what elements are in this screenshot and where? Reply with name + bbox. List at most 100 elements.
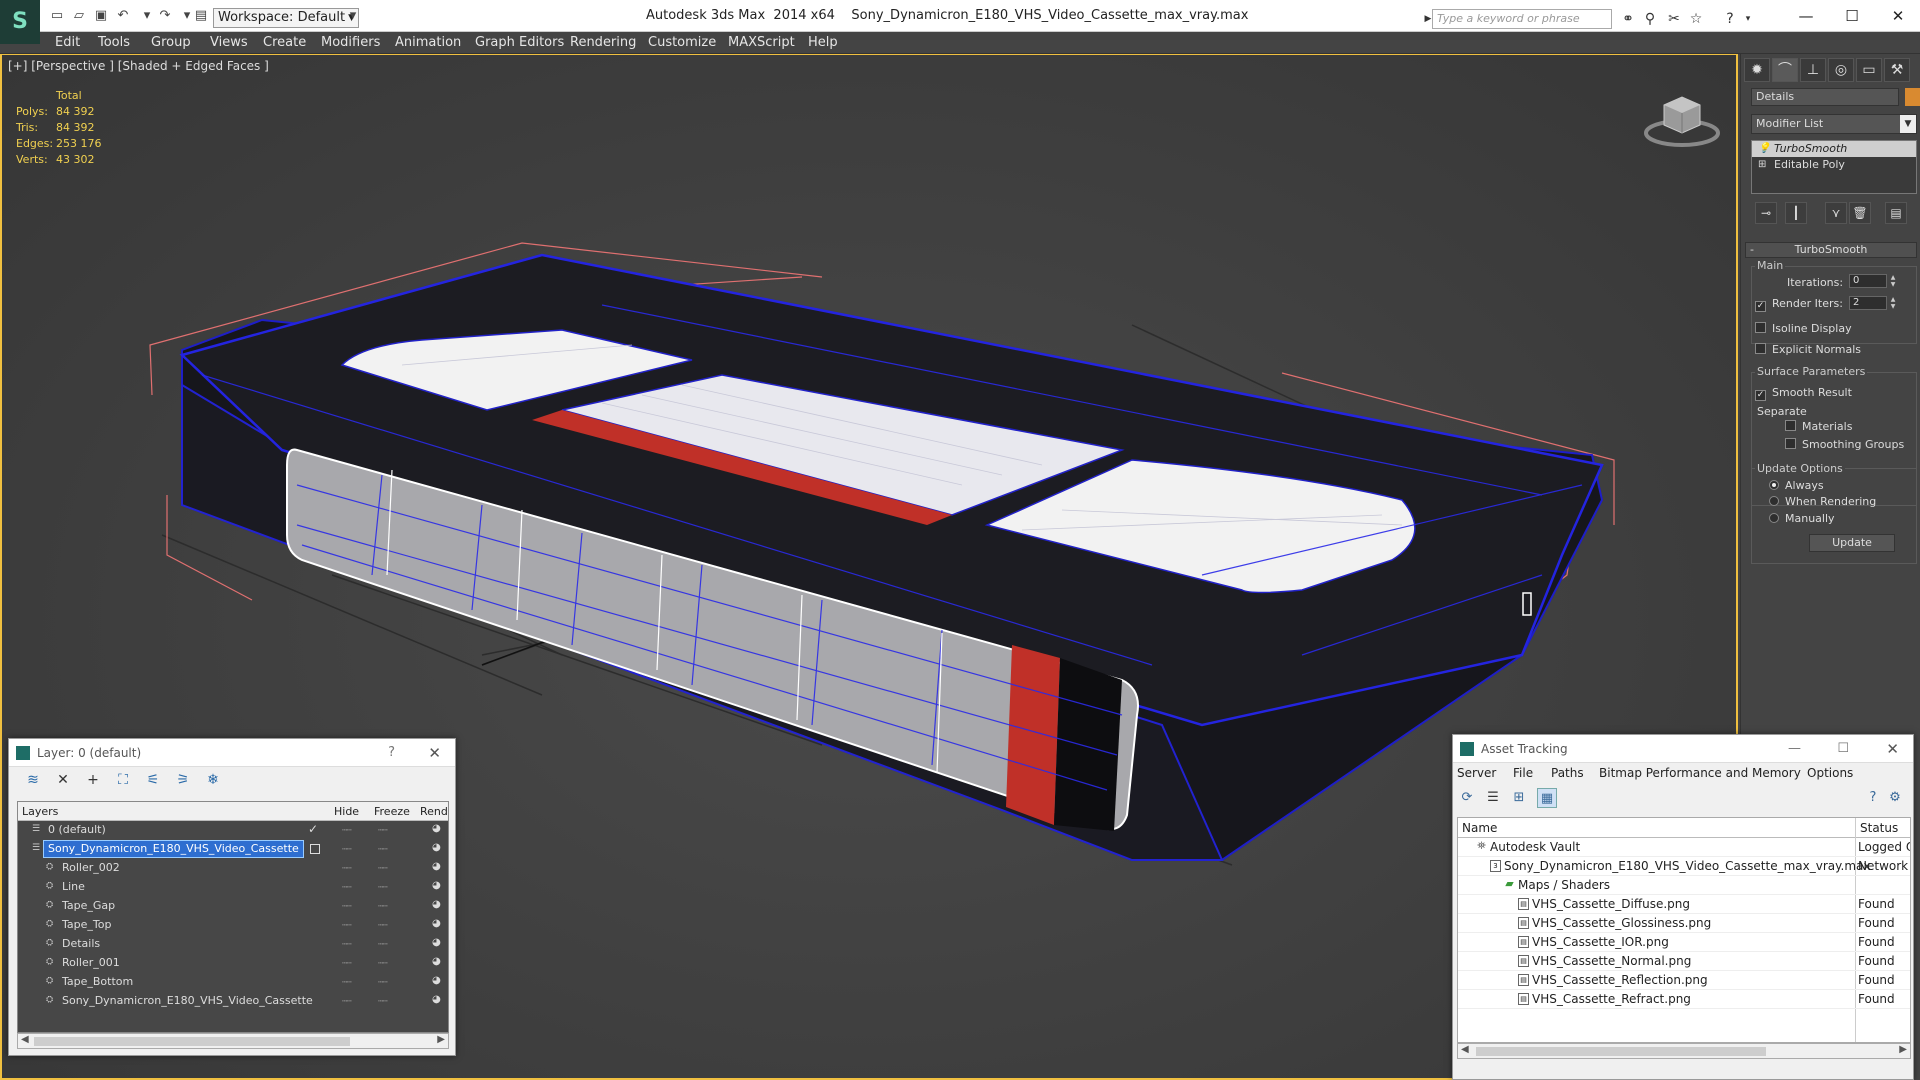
asset-row[interactable]: ▤ VHS_Cassette_Normal.png Found: [1458, 952, 1910, 971]
menu-bitmap-performance[interactable]: Bitmap Performance and Memory: [1599, 766, 1801, 780]
utilities-tab-icon[interactable]: ⚒: [1884, 58, 1910, 82]
highlight-selected-icon[interactable]: ⚟: [143, 770, 163, 790]
horizontal-scrollbar[interactable]: ◀ ▶: [17, 1033, 449, 1049]
manually-radio-row[interactable]: Manually: [1769, 512, 1835, 525]
layer-name[interactable]: Line: [58, 879, 89, 895]
app-logo-button[interactable]: S: [0, 0, 40, 44]
freeze-all-icon[interactable]: ❄: [203, 770, 223, 790]
layer-row[interactable]: ⛭ Sony_Dynamicron_E180_VHS_Video_Cassette…: [18, 992, 448, 1011]
stack-item-editable-poly[interactable]: ⊞ Editable Poly: [1752, 157, 1916, 173]
col-freeze[interactable]: Freeze: [374, 805, 410, 818]
manually-radio[interactable]: [1769, 513, 1779, 523]
hide-all-icon[interactable]: ⚞: [173, 770, 193, 790]
undo-dropdown-icon[interactable]: ▾: [138, 7, 156, 25]
minimize-button[interactable]: —: [1786, 4, 1826, 28]
when-rendering-radio[interactable]: [1769, 496, 1779, 506]
hide-toggle[interactable]: ┄┄: [342, 978, 352, 988]
lightbulb-icon[interactable]: 💡: [1758, 141, 1770, 157]
layer-name[interactable]: 0 (default): [44, 822, 110, 838]
menu-help[interactable]: Help: [808, 35, 838, 50]
render-teapot-icon[interactable]: ◕: [432, 937, 441, 948]
materials-row[interactable]: Materials: [1785, 420, 1852, 433]
scrollbar-thumb[interactable]: [34, 1037, 350, 1046]
layer-name[interactable]: Tape_Bottom: [58, 974, 137, 990]
customize-quickaccess-icon[interactable]: ▾: [344, 7, 362, 25]
layer-row[interactable]: ☰ 0 (default) ✓ ┄┄ ┄┄ ◕: [18, 821, 448, 840]
make-unique-icon[interactable]: ⋎: [1825, 202, 1847, 224]
tree-view-icon[interactable]: ⊞: [1509, 788, 1529, 808]
redo-icon[interactable]: ↷: [156, 7, 174, 25]
maximize-button[interactable]: ☐: [1837, 735, 1849, 763]
hide-toggle[interactable]: ┄┄: [342, 959, 352, 969]
asset-row[interactable]: 3 Sony_Dynamicron_E180_VHS_Video_Cassette…: [1458, 857, 1910, 876]
layer-name[interactable]: Sony_Dynamicron_E180_VHS_Video_Cassette: [58, 993, 317, 1009]
layer-row[interactable]: ☰ Sony_Dynamicron_E180_VHS_Video_Cassette…: [18, 840, 448, 859]
menu-file[interactable]: File: [1513, 766, 1533, 780]
hide-toggle[interactable]: ┄┄: [342, 883, 352, 893]
freeze-toggle[interactable]: ┄┄: [378, 921, 388, 931]
explicit-normals-checkbox[interactable]: [1755, 343, 1766, 354]
spinner-arrows-icon[interactable]: ▲ ▼: [1889, 296, 1897, 310]
search-input[interactable]: Type a keyword or phrase: [1432, 9, 1612, 29]
open-file-icon[interactable]: ▱: [70, 7, 88, 25]
configure-sets-icon[interactable]: ▤: [1885, 202, 1907, 224]
asset-row[interactable]: ⛯ Autodesk Vault Logged O: [1458, 838, 1910, 857]
hide-toggle[interactable]: ┄┄: [342, 902, 352, 912]
layer-row[interactable]: ⛭ Tape_Gap ┄┄ ┄┄ ◕: [18, 897, 448, 916]
layer-name[interactable]: Sony_Dynamicron_E180_VHS_Video_Cassette: [43, 840, 304, 858]
render-teapot-icon[interactable]: ◕: [432, 823, 441, 834]
menu-edit[interactable]: Edit: [55, 35, 80, 50]
object-color-swatch[interactable]: [1905, 88, 1920, 106]
menu-customize[interactable]: Customize: [648, 35, 716, 50]
show-end-result-icon[interactable]: ┃: [1785, 202, 1807, 224]
layer-window-titlebar[interactable]: Layer: 0 (default) ? ✕: [9, 739, 455, 767]
menu-maxscript[interactable]: MAXScript: [728, 35, 795, 50]
freeze-toggle[interactable]: ┄┄: [378, 940, 388, 950]
asset-row[interactable]: ▤ VHS_Cassette_Diffuse.png Found: [1458, 895, 1910, 914]
freeze-toggle[interactable]: ┄┄: [378, 978, 388, 988]
hide-toggle[interactable]: ┄┄: [342, 997, 352, 1007]
scrollbar-thumb[interactable]: [1476, 1047, 1766, 1056]
new-file-icon[interactable]: ▭: [48, 7, 66, 25]
smoothing-groups-row[interactable]: Smoothing Groups: [1785, 438, 1904, 451]
maximize-button[interactable]: ☐: [1832, 4, 1872, 28]
render-teapot-icon[interactable]: ◕: [432, 918, 441, 929]
render-iters-row[interactable]: ✓ Render Iters:: [1755, 297, 1843, 312]
col-render[interactable]: Rende: [420, 805, 448, 818]
spinner-arrows-icon[interactable]: ▲ ▼: [1889, 274, 1897, 288]
minimize-button[interactable]: —: [1788, 735, 1801, 763]
undo-icon[interactable]: ↶: [114, 7, 132, 25]
render-iters-spinner[interactable]: 2: [1849, 296, 1887, 310]
refresh-icon[interactable]: ⟳: [1457, 788, 1477, 808]
render-teapot-icon[interactable]: ◕: [432, 994, 441, 1005]
render-teapot-icon[interactable]: ◕: [432, 956, 441, 967]
scroll-left-icon[interactable]: ◀: [21, 1034, 29, 1045]
menu-group[interactable]: Group: [151, 35, 191, 50]
display-tab-icon[interactable]: ▭: [1856, 58, 1882, 82]
menu-tools[interactable]: Tools: [98, 35, 130, 50]
layer-row[interactable]: ⛭ Line ┄┄ ┄┄ ◕: [18, 878, 448, 897]
communication-center-icon[interactable]: ✂: [1664, 9, 1684, 29]
scroll-right-icon[interactable]: ▶: [437, 1034, 445, 1045]
scroll-right-icon[interactable]: ▶: [1899, 1044, 1907, 1055]
subscription-key-icon[interactable]: ⚲: [1640, 9, 1660, 29]
col-layers[interactable]: Layers: [22, 805, 58, 818]
hide-toggle[interactable]: ┄┄: [342, 864, 352, 874]
smooth-result-checkbox[interactable]: ✓: [1755, 390, 1766, 401]
create-layer-icon[interactable]: ≋: [23, 770, 43, 790]
menu-modifiers[interactable]: Modifiers: [321, 35, 380, 50]
asset-row[interactable]: ▤ VHS_Cassette_Glossiness.png Found: [1458, 914, 1910, 933]
freeze-toggle[interactable]: ┄┄: [378, 883, 388, 893]
project-folder-icon[interactable]: ▤: [192, 7, 210, 25]
render-iters-checkbox[interactable]: ✓: [1755, 301, 1766, 312]
smooth-result-row[interactable]: ✓ Smooth Result: [1755, 386, 1852, 401]
pin-stack-icon[interactable]: ⊸: [1755, 202, 1777, 224]
binoculars-icon[interactable]: ⚭: [1618, 9, 1638, 29]
layer-name[interactable]: Roller_001: [58, 955, 124, 971]
asset-row[interactable]: ▤ VHS_Cassette_IOR.png Found: [1458, 933, 1910, 952]
layer-name[interactable]: Roller_002: [58, 860, 124, 876]
select-objects-icon[interactable]: ⛶: [113, 770, 133, 790]
materials-checkbox[interactable]: [1785, 420, 1796, 431]
close-button[interactable]: ✕: [428, 739, 441, 767]
layer-row[interactable]: ⛭ Roller_002 ┄┄ ┄┄ ◕: [18, 859, 448, 878]
